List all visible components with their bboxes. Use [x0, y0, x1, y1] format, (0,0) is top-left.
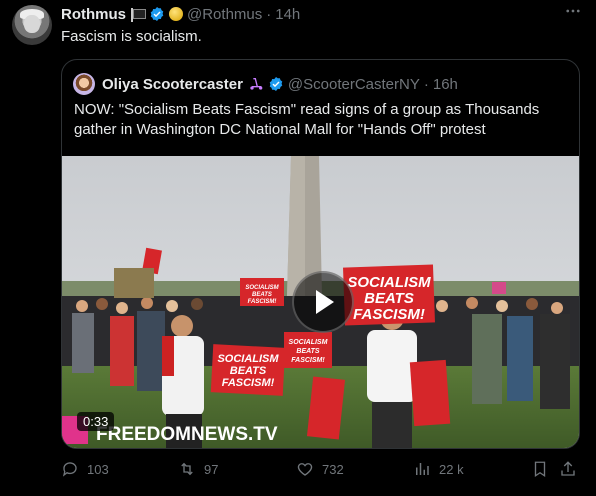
quote-separator-dot: ·	[423, 75, 429, 93]
small-sign-line-1: SOCIALISM	[245, 285, 279, 291]
like-icon	[297, 463, 313, 476]
avatar-face	[24, 15, 40, 33]
view-count: 22 k	[439, 461, 464, 477]
repost-button[interactable]: 97	[178, 458, 218, 480]
mid-sign-line-2: BEATS	[296, 348, 320, 355]
quote-time[interactable]: 16h	[433, 76, 458, 93]
views-icon	[416, 463, 429, 475]
coin-icon	[169, 7, 183, 21]
quoted-post[interactable]: Oliya Scootercaster @ScooterCasterNY · 1…	[61, 59, 580, 449]
author-avatar[interactable]	[12, 5, 52, 45]
video-player[interactable]: SOCIALISM BEATS FASCISM! SOCIALISM BEATS…	[62, 156, 579, 448]
post-text: Fascism is socialism.	[61, 28, 202, 45]
reply-count: 103	[87, 461, 109, 477]
scooter-icon	[250, 78, 263, 90]
big-sign-line-1: SOCIALISM	[347, 274, 431, 291]
video-duration: 0:33	[77, 412, 115, 431]
like-button[interactable]: 732	[296, 458, 344, 480]
quote-author-handle[interactable]: @ScooterCasterNY	[288, 76, 420, 93]
quote-header: Oliya Scootercaster @ScooterCasterNY · 1…	[102, 73, 458, 95]
flag-icon	[131, 7, 146, 22]
left-sign-line-2: BEATS	[230, 365, 267, 377]
verified-icon	[150, 7, 164, 21]
quote-author-avatar[interactable]	[73, 73, 95, 95]
small-sign-line-3: FASCISM!	[248, 299, 277, 305]
more-icon[interactable]	[564, 2, 582, 25]
mid-sign-line-3: FASCISM!	[291, 357, 325, 364]
views-button[interactable]: 22 k	[413, 458, 464, 480]
reply-button[interactable]: 103	[61, 458, 109, 480]
author-handle[interactable]: @Rothmus	[187, 6, 262, 23]
video-watermark: FREEDOMNEWS.TV	[96, 424, 278, 445]
share-icon	[561, 461, 575, 476]
left-sign-line-3: FASCISM!	[222, 377, 275, 389]
post-header: Rothmus @Rothmus · 14h	[61, 4, 300, 24]
left-sign-line-1: SOCIALISM	[217, 353, 279, 365]
quote-author-name[interactable]: Oliya Scootercaster	[102, 76, 243, 93]
separator-dot: ·	[266, 5, 272, 23]
play-icon[interactable]	[292, 271, 354, 333]
reply-icon	[62, 462, 77, 477]
like-count: 732	[322, 461, 344, 477]
post-time[interactable]: 14h	[275, 6, 300, 23]
small-sign-line-2: BEATS	[252, 292, 272, 298]
author-name[interactable]: Rothmus	[61, 6, 126, 23]
quote-text: NOW: "Socialism Beats Fascism" read sign…	[74, 101, 540, 138]
repost-icon	[181, 462, 193, 476]
big-sign-line-2: BEATS	[364, 290, 414, 307]
quote-verified-icon	[269, 77, 283, 91]
big-sign-line-3: FASCISM!	[353, 306, 425, 323]
repost-count: 97	[204, 461, 219, 477]
bookmark-icon	[534, 461, 546, 478]
action-bar: 103 97 732 22 k	[61, 458, 581, 480]
bookmark-button[interactable]	[531, 458, 549, 480]
share-button[interactable]	[559, 458, 577, 480]
mid-sign-line-1: SOCIALISM	[289, 339, 328, 346]
